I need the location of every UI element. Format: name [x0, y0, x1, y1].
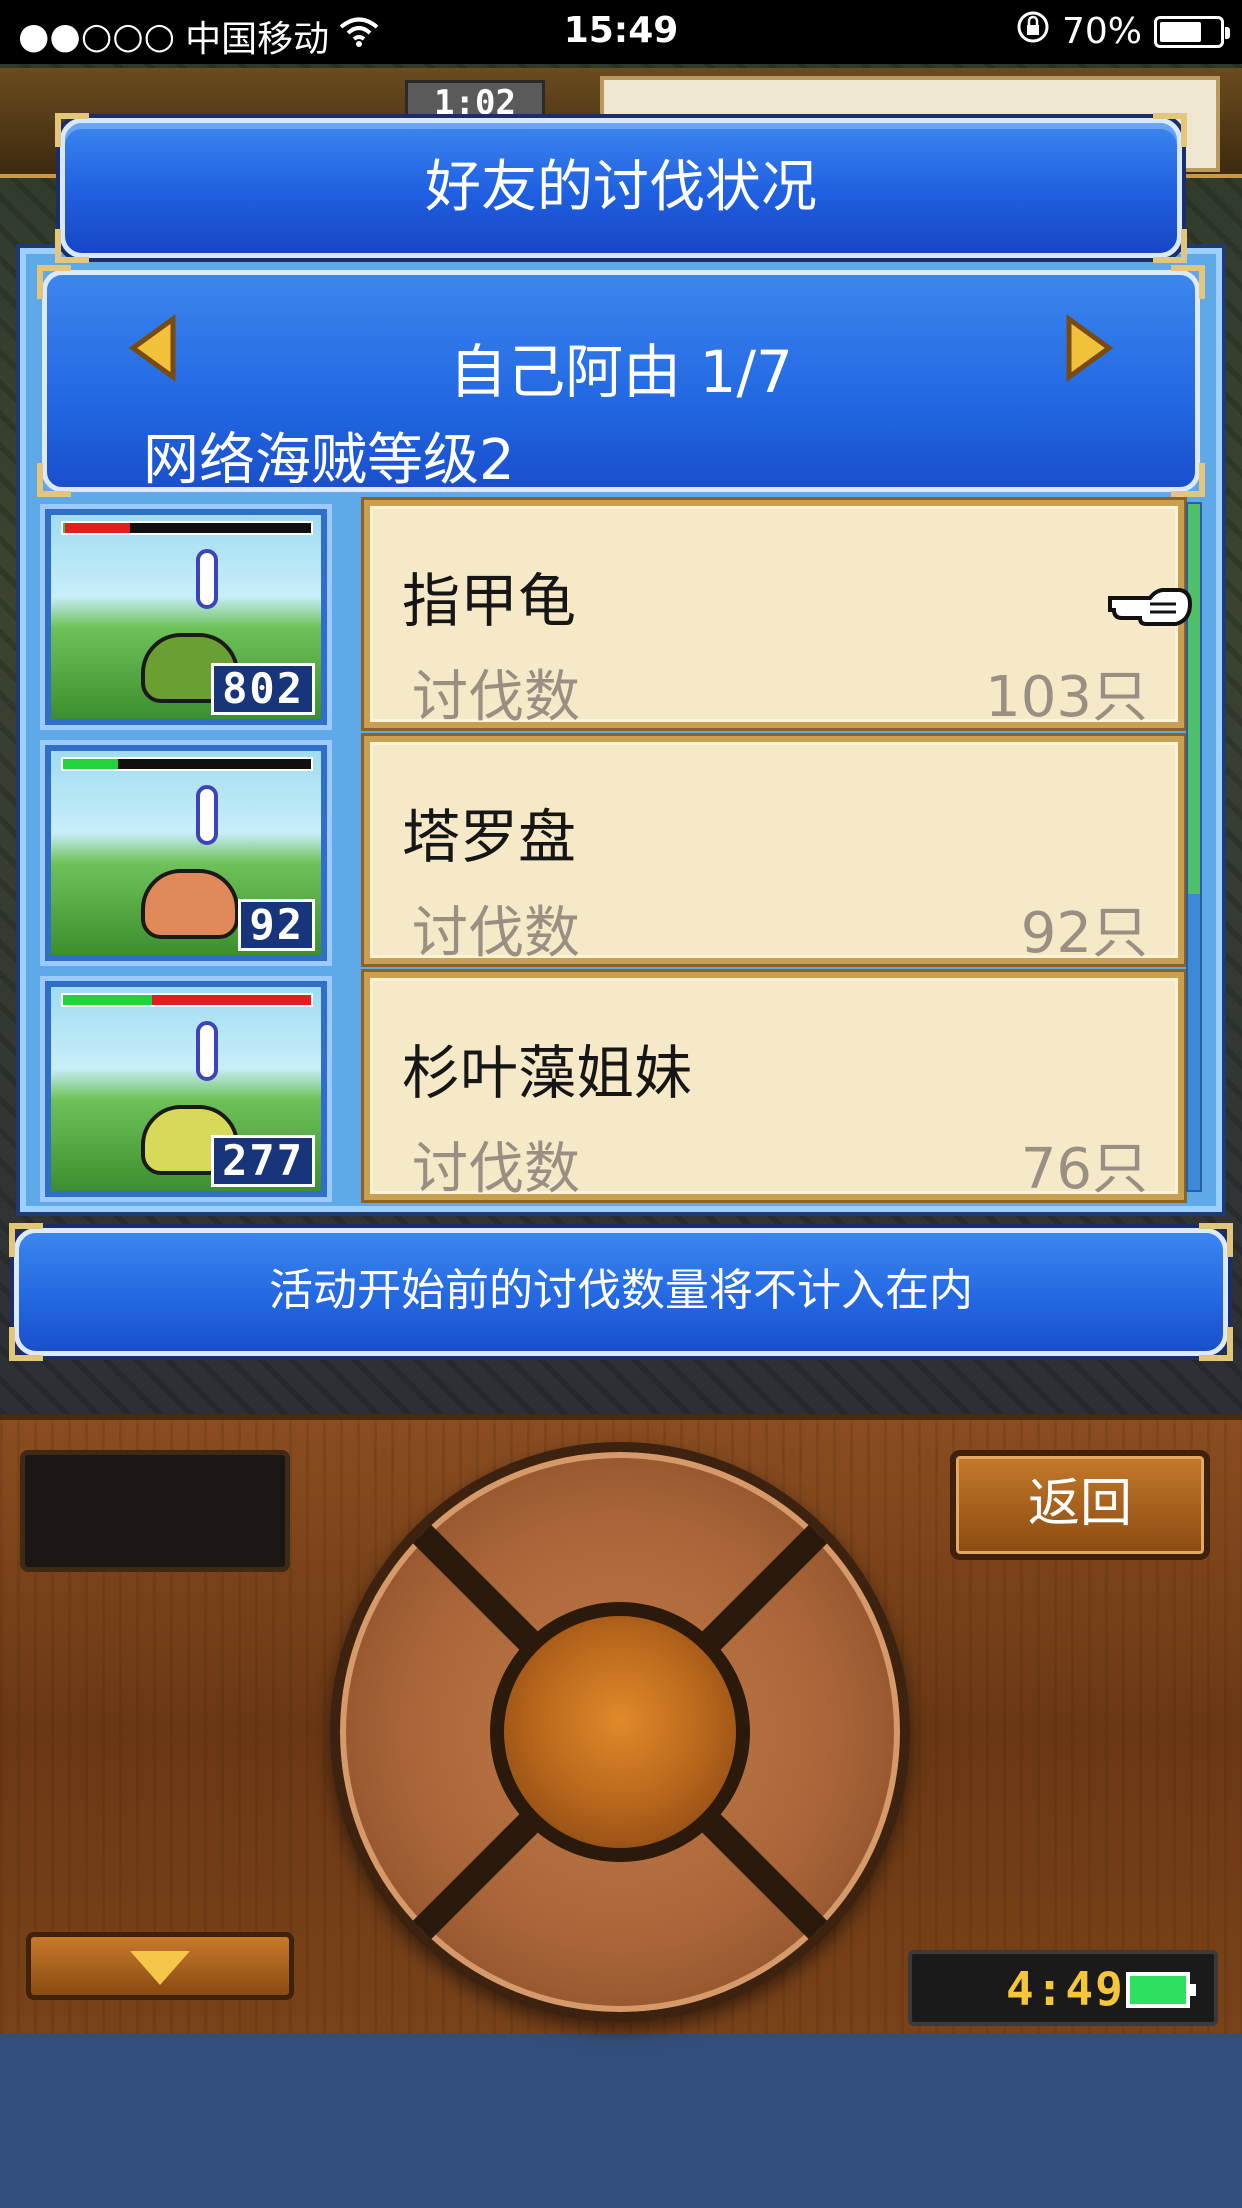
battery-icon: [1154, 15, 1230, 48]
monster-info-card[interactable]: 杉叶藻姐妹 讨伐数 76只: [364, 972, 1184, 1202]
corner-ornament: [1171, 265, 1205, 299]
device-clock-time: 4:49: [1006, 1962, 1125, 2016]
monster-name: 杉叶藻姐妹: [402, 1039, 693, 1107]
next-player-button[interactable]: [1059, 313, 1119, 383]
dialog-title-text: 好友的讨伐状况: [425, 155, 817, 220]
game-controller: 返回 4:49: [0, 1414, 1242, 2034]
dpad[interactable]: [330, 1442, 910, 2022]
menu-toggle-button[interactable]: [26, 1932, 294, 2000]
monster-name: 指甲龟: [402, 567, 577, 635]
notice-bar: 活动开始前的讨伐数量将不计入在内: [9, 1223, 1233, 1361]
kill-label: 讨伐数: [412, 1137, 580, 1202]
corner-ornament: [1153, 229, 1187, 263]
pointer-hand-icon: [1106, 580, 1193, 632]
hp-bar: [61, 521, 313, 535]
battery-percent: 70%: [1061, 11, 1142, 52]
corner-ornament: [55, 113, 89, 147]
battery-fill: [1160, 21, 1201, 42]
corner-ornament: [1199, 1223, 1233, 1257]
monster-info-card[interactable]: 指甲龟 讨伐数 103只: [364, 500, 1184, 730]
monster-thumbnail: 92: [40, 740, 332, 966]
corner-ornament: [1153, 113, 1187, 147]
rotation-lock-icon: [1016, 10, 1050, 53]
hp-bar: [61, 757, 313, 771]
kill-label: 讨伐数: [412, 901, 580, 966]
monster-row[interactable]: 802 指甲龟 讨伐数 103只: [34, 498, 1210, 730]
chevron-down-icon: [130, 1951, 190, 1985]
corner-ornament: [37, 463, 71, 497]
monster-row[interactable]: 277 杉叶藻姐妹 讨伐数 76只: [34, 970, 1210, 1202]
kill-count: 92只: [1020, 901, 1148, 966]
hp-red: [152, 995, 311, 1005]
controller-screen-slot: [20, 1450, 290, 1572]
back-button[interactable]: 返回: [950, 1450, 1210, 1560]
notice-text: 活动开始前的讨伐数量将不计入在内: [269, 1265, 973, 1316]
monster-thumbnail: 802: [40, 504, 332, 730]
thumb-count: 802: [211, 663, 315, 715]
thumb-count: 92: [238, 899, 315, 951]
kill-label: 讨伐数: [412, 665, 580, 730]
corner-ornament: [55, 229, 89, 263]
hp-green: [63, 995, 153, 1005]
player-name: 自己阿由 1/7: [449, 338, 793, 406]
device-battery-icon: [1126, 1972, 1196, 2008]
monster-list[interactable]: 802 指甲龟 讨伐数 103只 92 塔罗盘 讨伐数 92只 277 杉叶藻姐…: [34, 498, 1210, 1202]
corner-ornament: [37, 265, 71, 299]
arrow-right-icon: [1066, 314, 1114, 382]
player-rank: 网络海贼等级2: [143, 428, 515, 493]
monster-thumbnail: 277: [40, 976, 332, 1202]
monster-row[interactable]: 92 塔罗盘 讨伐数 92只: [34, 734, 1210, 966]
dpad-center-button[interactable]: [490, 1602, 750, 1862]
corner-ornament: [9, 1223, 43, 1257]
corner-ornament: [9, 1327, 43, 1361]
exclamation-icon: [196, 549, 218, 609]
corner-ornament: [1171, 463, 1205, 497]
player-header: 自己阿由 1/7 网络海贼等级2: [37, 265, 1205, 497]
monster-name: 塔罗盘: [402, 803, 577, 871]
hp-green: [63, 759, 118, 769]
exclamation-icon: [196, 1021, 218, 1081]
hp-bar: [61, 993, 313, 1007]
status-right: 70%: [1016, 10, 1230, 53]
scrollbar-thumb[interactable]: [1188, 504, 1200, 894]
monster-info-card[interactable]: 塔罗盘 讨伐数 92只: [364, 736, 1184, 966]
monster-scene: 92: [51, 751, 321, 955]
kill-count: 76只: [1020, 1137, 1148, 1202]
friend-status-panel: 自己阿由 1/7 网络海贼等级2 802 指甲龟 讨伐数 103只 92 塔罗盘…: [20, 248, 1222, 1212]
monster-scene: 802: [51, 515, 321, 719]
monster-scene: 277: [51, 987, 321, 1191]
thumb-count: 277: [211, 1135, 315, 1187]
dialog-title: 好友的讨伐状况: [55, 113, 1187, 263]
kill-count: 103只: [985, 665, 1148, 730]
corner-ornament: [1199, 1327, 1233, 1361]
monster-sprite: [141, 869, 239, 939]
status-bar: ●●○○○ 中国移动 15:49 70%: [0, 0, 1242, 64]
hp-red: [65, 523, 130, 533]
device-clock: 4:49: [908, 1950, 1218, 2026]
exclamation-icon: [196, 785, 218, 845]
